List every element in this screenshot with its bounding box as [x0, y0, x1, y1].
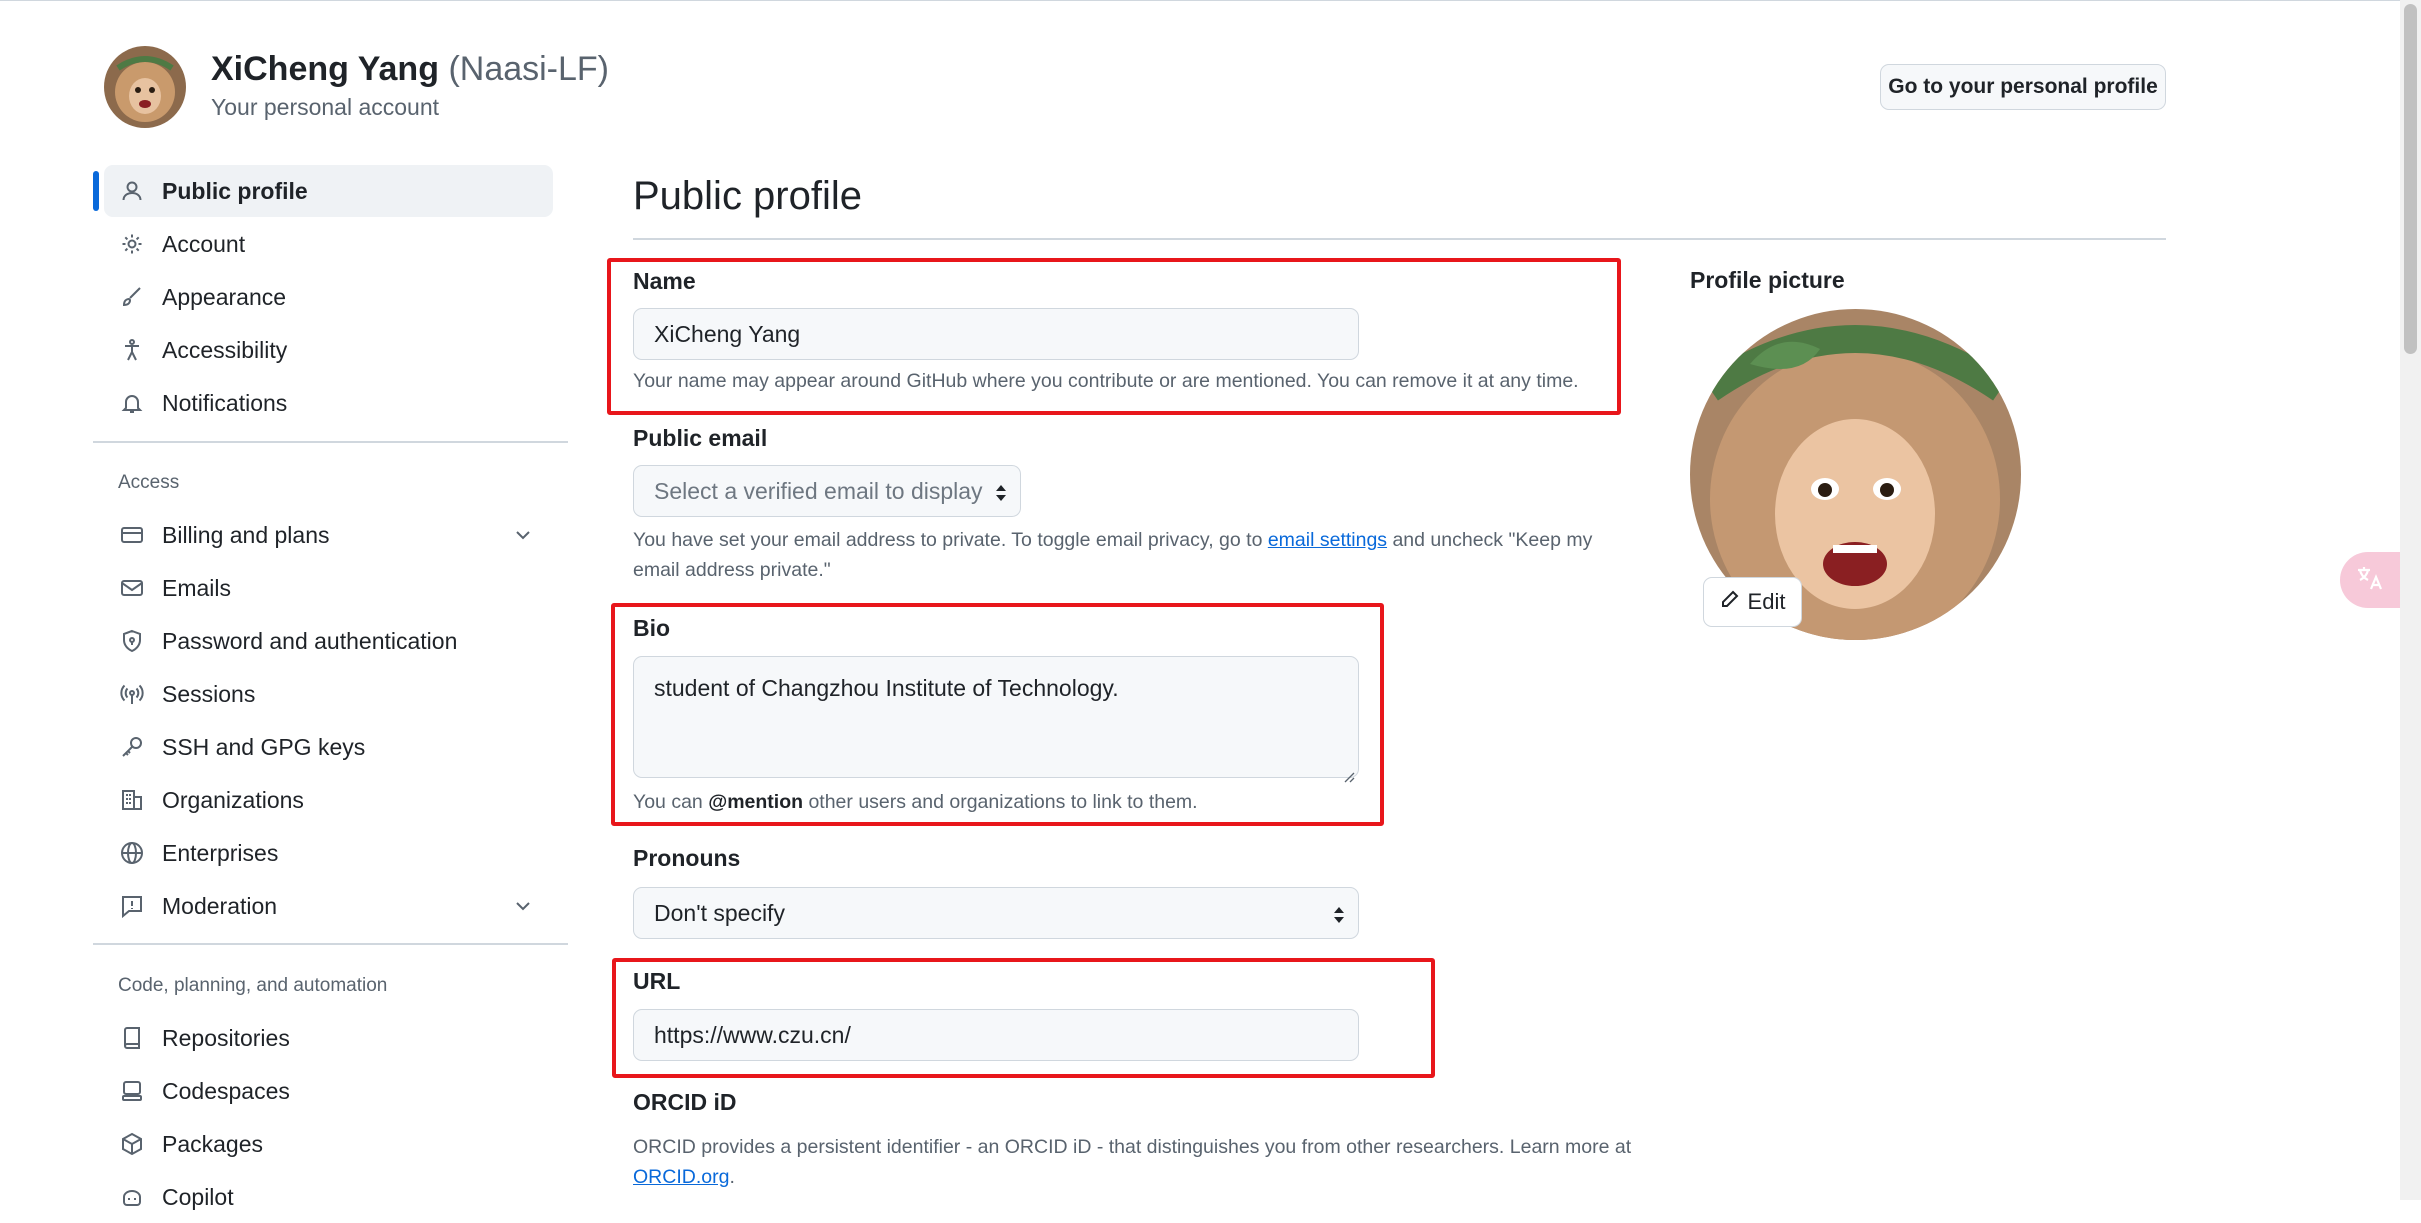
- sidebar-item-label: Repositories: [162, 1024, 290, 1051]
- sidebar-group-code: Code, planning, and automation: [118, 975, 388, 996]
- pronouns-select-value: Don't specify: [654, 899, 785, 926]
- sidebar-item-label: SSH and GPG keys: [162, 733, 366, 760]
- key-icon: [118, 733, 146, 761]
- sidebar-divider: [93, 943, 568, 945]
- sidebar-item-enterprises[interactable]: Enterprises: [104, 827, 553, 879]
- bell-icon: [118, 389, 146, 417]
- user-display-name: XiCheng Yang: [211, 50, 439, 88]
- sidebar-item-ssh-gpg[interactable]: SSH and GPG keys: [104, 721, 553, 773]
- select-arrows-icon: [1332, 904, 1346, 926]
- paintbrush-icon: [118, 283, 146, 311]
- avatar[interactable]: [104, 46, 186, 128]
- account-name: XiCheng Yang (Naasi-LF): [211, 50, 609, 89]
- pronouns-select[interactable]: Don't specify: [633, 887, 1359, 939]
- email-note: You have set your email address to priva…: [633, 525, 1592, 585]
- email-note-text: You have set your email address to priva…: [633, 529, 1268, 551]
- go-to-profile-button[interactable]: Go to your personal profile: [1880, 64, 2166, 110]
- package-icon: [118, 1130, 146, 1158]
- sidebar-group-access: Access: [118, 472, 180, 493]
- sidebar-item-label: Emails: [162, 574, 232, 601]
- sidebar-item-emails[interactable]: Emails: [104, 562, 553, 614]
- sidebar-item-public-profile[interactable]: Public profile: [104, 165, 553, 217]
- public-email-select-value: Select a verified email to display: [654, 477, 983, 504]
- public-email-label: Public email: [633, 425, 768, 451]
- sidebar-item-sessions[interactable]: Sessions: [104, 668, 553, 720]
- sidebar-divider: [93, 441, 568, 443]
- sidebar-item-label: Copilot: [162, 1183, 234, 1210]
- repo-icon: [118, 1024, 146, 1052]
- sidebar-item-accessibility[interactable]: Accessibility: [104, 324, 553, 376]
- sidebar-item-organizations[interactable]: Organizations: [104, 774, 553, 826]
- person-icon: [118, 177, 146, 205]
- sidebar-item-appearance[interactable]: Appearance: [104, 271, 553, 323]
- orcid-note-text: ORCID provides a persistent identifier -…: [633, 1136, 1632, 1158]
- account-subtitle: Your personal account: [211, 94, 440, 120]
- active-indicator: [93, 171, 99, 211]
- sidebar-item-password[interactable]: Password and authentication: [104, 615, 553, 667]
- email-note-text-2: and uncheck "Keep my: [1387, 529, 1593, 551]
- highlight-box-bio: [611, 603, 1384, 826]
- shield-lock-icon: [118, 627, 146, 655]
- scrollbar-thumb[interactable]: [2404, 4, 2417, 354]
- report-icon: [118, 892, 146, 920]
- translate-widget[interactable]: [2340, 552, 2400, 608]
- sidebar-item-repositories[interactable]: Repositories: [104, 1012, 553, 1064]
- highlight-box-name: [607, 258, 1621, 415]
- sidebar-item-label: Password and authentication: [162, 627, 458, 654]
- title-divider: [633, 238, 2166, 240]
- chevron-down-icon[interactable]: [511, 894, 535, 918]
- sidebar-item-label: Moderation: [162, 892, 278, 919]
- edit-label: Edit: [1747, 589, 1786, 614]
- orcid-note: ORCID provides a persistent identifier -…: [633, 1132, 1631, 1192]
- pronouns-label: Pronouns: [633, 845, 741, 871]
- sidebar-item-label: Accessibility: [162, 336, 288, 363]
- sidebar-item-label: Sessions: [162, 680, 256, 707]
- sidebar-item-label: Appearance: [162, 283, 287, 310]
- sidebar-item-notifications[interactable]: Notifications: [104, 377, 553, 429]
- credit-card-icon: [118, 521, 146, 549]
- sidebar-item-label: Organizations: [162, 786, 304, 813]
- sidebar-item-moderation[interactable]: Moderation: [104, 880, 553, 932]
- translate-icon: [2355, 563, 2385, 598]
- sidebar-item-codespaces[interactable]: Codespaces: [104, 1065, 553, 1117]
- codespaces-icon: [118, 1077, 146, 1105]
- highlight-box-url: [612, 958, 1435, 1078]
- sidebar-item-packages[interactable]: Packages: [104, 1118, 553, 1170]
- sidebar-item-copilot[interactable]: Copilot: [104, 1171, 553, 1223]
- public-email-select[interactable]: Select a verified email to display: [633, 465, 1021, 517]
- organization-icon: [118, 786, 146, 814]
- top-border: [0, 0, 2400, 1]
- sidebar-item-account[interactable]: Account: [104, 218, 553, 270]
- orcid-label: ORCID iD: [633, 1089, 737, 1115]
- broadcast-icon: [118, 680, 146, 708]
- edit-profile-picture-button[interactable]: Edit: [1703, 577, 1802, 627]
- email-note-text-3: email address private.": [633, 559, 831, 581]
- user-handle: (Naasi-LF): [448, 50, 610, 88]
- email-settings-link[interactable]: email settings: [1268, 529, 1387, 551]
- mail-icon: [118, 574, 146, 602]
- copilot-icon: [118, 1183, 146, 1211]
- select-arrows-icon: [994, 482, 1008, 504]
- chevron-down-icon[interactable]: [511, 523, 535, 547]
- sidebar-item-label: Codespaces: [162, 1077, 290, 1104]
- sidebar-item-billing[interactable]: Billing and plans: [104, 509, 553, 561]
- sidebar-item-label: Account: [162, 230, 246, 257]
- sidebar-item-label: Enterprises: [162, 839, 279, 866]
- gear-icon: [118, 230, 146, 258]
- pencil-icon: [1720, 589, 1740, 615]
- profile-picture-label: Profile picture: [1690, 267, 1845, 293]
- sidebar-item-label: Notifications: [162, 389, 288, 416]
- orcid-period: .: [729, 1166, 735, 1188]
- globe-icon: [118, 839, 146, 867]
- sidebar-item-label: Billing and plans: [162, 521, 330, 548]
- sidebar-item-label: Packages: [162, 1130, 264, 1157]
- accessibility-icon: [118, 336, 146, 364]
- sidebar-item-label: Public profile: [162, 177, 308, 204]
- orcid-link[interactable]: ORCID.org: [633, 1166, 729, 1188]
- page-title: Public profile: [633, 174, 863, 218]
